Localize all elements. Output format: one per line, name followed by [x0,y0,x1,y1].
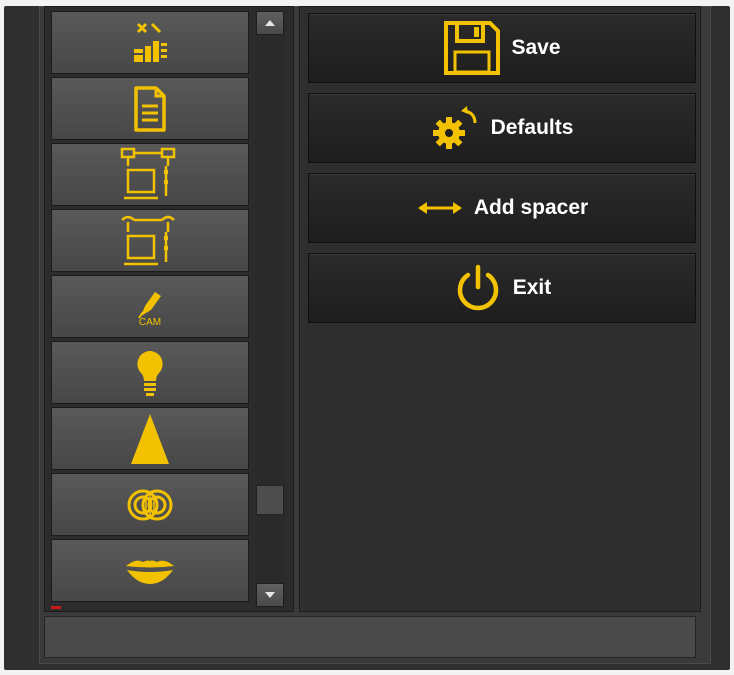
workstation-link-icon [121,215,175,265]
toolbar-item-cone[interactable] [51,407,249,470]
save-button[interactable]: Save [308,13,696,83]
toolbar-list-panel: CAM [44,6,294,612]
workstation-network-icon [120,147,176,199]
scroll-thumb[interactable] [256,485,284,515]
actions-panel: Save Defaults Add spacer Exit [299,6,701,612]
light-bulb-icon [137,350,163,396]
toolbar-item-lips[interactable] [51,539,249,602]
app-window: CAM Save Defaults Add spacer Exit [4,6,730,670]
horizontal-arrows-icon [416,198,464,218]
layout-icon [134,22,167,62]
toolbar-item-document[interactable] [51,77,249,140]
defaults-button[interactable]: Defaults [308,93,696,163]
toolbar-item-overlapping-circles[interactable] [51,473,249,536]
exit-label: Exit [512,276,552,299]
document-icon [134,85,166,132]
cam-label: CAM [138,316,162,328]
overlapping-circles-icon [127,489,173,520]
scroll-up-button[interactable] [256,11,284,35]
toolbar-item-workstation-network[interactable] [51,143,249,206]
toolbar-item-light-bulb[interactable] [51,341,249,404]
add-spacer-button[interactable]: Add spacer [308,173,696,243]
cam-tool-icon [138,291,161,319]
toolbar-scrollbar[interactable] [255,11,285,609]
lips-icon [126,560,174,584]
chevron-up-icon [265,20,275,26]
exit-button[interactable]: Exit [308,253,696,323]
selection-marker [51,606,61,609]
chevron-down-icon [265,592,275,598]
toolbar-item-workstation-link[interactable] [51,209,249,272]
power-icon [453,263,503,313]
cone-icon [131,413,169,464]
scroll-down-button[interactable] [256,583,284,607]
toolbar-item-layout[interactable] [51,11,249,74]
toolbar-item-cam[interactable]: CAM [51,275,249,338]
status-bar [44,616,696,658]
gear-reset-icon [431,105,481,151]
save-label: Save [511,36,561,59]
save-icon [443,20,501,76]
defaults-label: Defaults [490,116,574,139]
add-spacer-label: Add spacer [473,196,589,219]
